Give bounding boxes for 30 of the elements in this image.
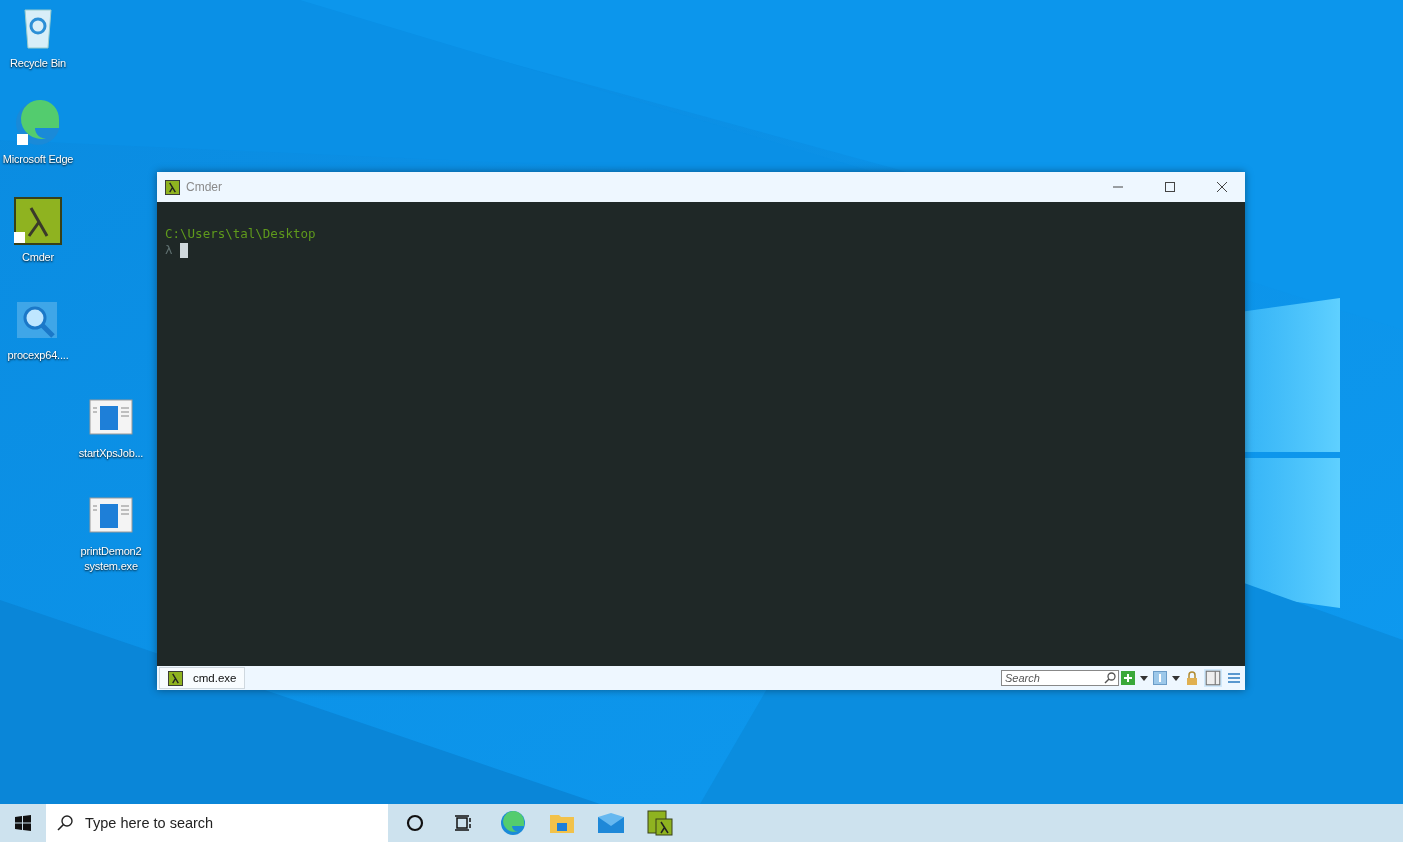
icon-label: startXpsJob... (77, 446, 145, 461)
lambda-icon[interactable] (13, 196, 63, 246)
icon-label: Cmder (21, 250, 55, 265)
lambda-icon (168, 670, 183, 686)
terminal-path: C:\Users\tal\Desktop (165, 226, 317, 242)
caret-icon[interactable] (1140, 675, 1148, 681)
icon-label: procexp64.... (6, 348, 70, 363)
text-cursor (179, 242, 188, 258)
pane-icon[interactable] (1153, 671, 1167, 685)
search-icon (1104, 672, 1116, 684)
icon-label: Microsoft Edge (1, 152, 75, 167)
layout-icon[interactable] (1204, 669, 1222, 687)
caret-icon[interactable] (1172, 675, 1180, 681)
search-field[interactable]: Search (1001, 670, 1119, 686)
console-tab[interactable]: cmd.exe (159, 667, 246, 689)
icon-label: printDemon2 system.exe (79, 544, 143, 574)
terminal-prompt: λ (165, 242, 173, 258)
maximize-icon (1165, 182, 1175, 192)
icon-label: Recycle Bin (9, 56, 67, 71)
edge-icon[interactable] (13, 98, 63, 148)
menu-icon[interactable] (1227, 671, 1241, 685)
lambda-icon (165, 179, 180, 195)
plus-icon[interactable] (1121, 671, 1135, 685)
search-icon (56, 814, 74, 832)
close-icon (1217, 182, 1227, 192)
lock-icon[interactable] (1185, 671, 1199, 685)
window-title: Cmder (186, 180, 222, 194)
windows-icon (15, 815, 31, 831)
terminal[interactable]: C:\Users\tal\Desktop λ (157, 202, 1245, 666)
taskbar-search-field[interactable]: Type here to search (46, 804, 388, 842)
